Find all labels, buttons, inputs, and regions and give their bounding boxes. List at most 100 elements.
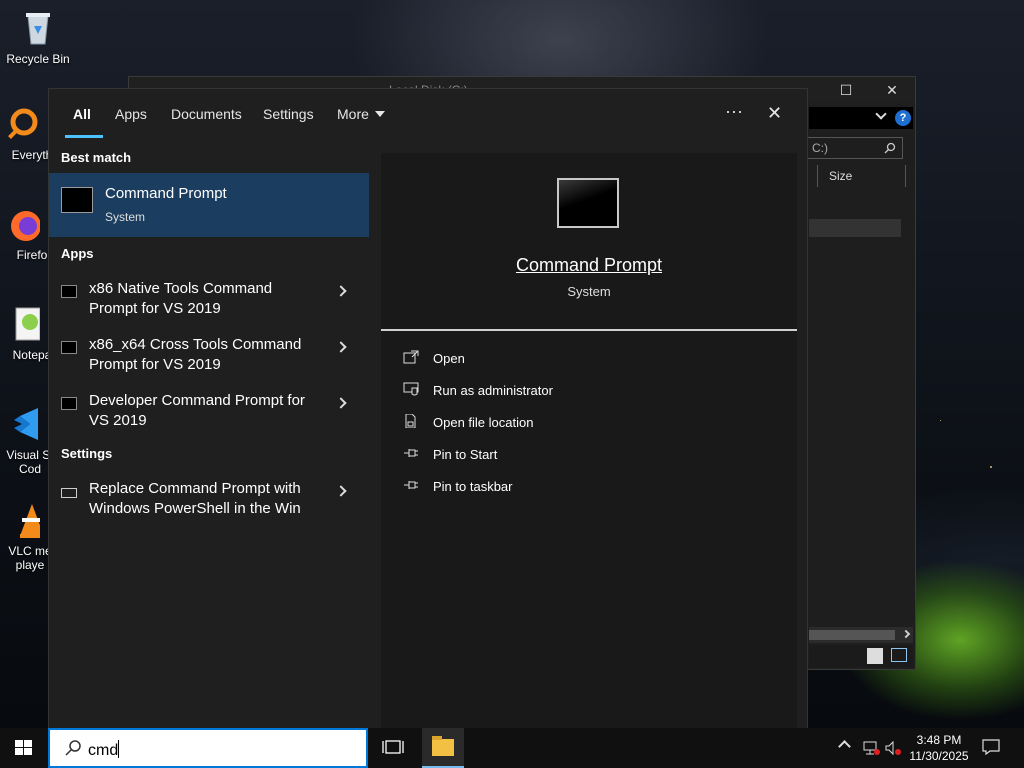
clock-date: 11/30/2025 [909, 749, 969, 763]
task-view-button[interactable] [374, 728, 410, 768]
settings-heading: Settings [61, 446, 113, 461]
windows-search-panel: All Apps Documents Settings More ··· ✕ B… [48, 88, 809, 729]
chevron-right-icon[interactable] [335, 341, 347, 353]
show-hidden-icons-button[interactable] [838, 740, 851, 753]
list-item-app[interactable]: Developer Command Prompt for VS 2019 [49, 389, 369, 441]
taskbar-file-explorer[interactable] [422, 728, 464, 768]
results-list: Best match Command Prompt System Apps x8… [49, 139, 369, 729]
firefox-icon [0, 204, 41, 244]
close-panel-button[interactable]: ✕ [767, 103, 782, 124]
explorer-search-input[interactable]: C:) [807, 137, 903, 159]
system-clock[interactable]: 3:48 PM 11/30/2025 [904, 732, 974, 764]
horizontal-scrollbar[interactable] [809, 627, 913, 643]
preview-title[interactable]: Command Prompt [381, 255, 797, 276]
best-match-result[interactable]: Command Prompt System [49, 173, 369, 237]
action-run-as-admin[interactable]: Run as administrator [403, 381, 703, 405]
more-options-button[interactable]: ··· [725, 101, 743, 122]
search-query: cmd [88, 740, 120, 760]
chevron-right-icon[interactable] [335, 285, 347, 297]
preview-header: Command Prompt System [381, 153, 797, 329]
app-label: x86_x64 Cross Tools Command Prompt for V… [89, 336, 302, 373]
chevron-down-icon [374, 111, 385, 117]
start-button[interactable] [0, 728, 48, 768]
preview-subtitle: System [567, 284, 611, 299]
preview-pane: Command Prompt System Open Run as admini… [381, 153, 797, 729]
star [940, 420, 941, 421]
best-match-subtitle: System [105, 210, 146, 224]
command-prompt-icon [61, 285, 77, 298]
apps-heading: Apps [61, 246, 94, 261]
chevron-right-icon[interactable] [335, 485, 347, 497]
app-label: Developer Command Prompt for VS 2019 [89, 392, 305, 429]
clock-time: 3:48 PM [916, 733, 962, 747]
details-view-icon[interactable] [867, 648, 883, 664]
column-separator [817, 165, 818, 187]
search-tabs: All Apps Documents Settings More ··· ✕ [49, 89, 809, 139]
action-label: Run as administrator [433, 383, 553, 398]
command-prompt-icon [61, 397, 77, 410]
column-header-size[interactable]: Size [829, 169, 852, 183]
divider [381, 329, 797, 331]
tab-settings[interactable]: Settings [263, 106, 314, 122]
tab-more[interactable]: More [337, 106, 385, 122]
task-view-icon [382, 740, 404, 754]
explorer-statusbar [809, 645, 913, 667]
chevron-right-icon[interactable] [335, 397, 347, 409]
setting-label: Replace Command Prompt with Windows Powe… [89, 480, 301, 517]
scroll-right-icon[interactable] [901, 629, 911, 639]
settings-display-icon [61, 488, 77, 498]
command-prompt-icon [557, 178, 619, 228]
shield-admin-icon [403, 382, 419, 396]
app-label: x86 Native Tools Command Prompt for VS 2… [89, 280, 273, 317]
pin-icon [403, 446, 419, 460]
star [990, 466, 992, 468]
help-icon[interactable]: ? [895, 110, 911, 126]
best-match-heading: Best match [61, 150, 132, 165]
vlc-icon [0, 500, 44, 540]
maximize-button[interactable]: ☐ [823, 77, 869, 103]
pin-icon [403, 478, 419, 492]
action-open-file-location[interactable]: Open file location [403, 413, 703, 437]
command-prompt-icon [61, 341, 77, 354]
vscode-icon [0, 404, 40, 444]
list-item-app[interactable]: x86 Native Tools Command Prompt for VS 2… [49, 277, 369, 329]
desktop-icon-label: Recycle Bin [6, 52, 70, 66]
everything-search-icon [0, 104, 40, 144]
open-icon [403, 350, 419, 364]
explorer-ribbon: ? [809, 107, 913, 129]
scrollbar-thumb[interactable] [809, 630, 895, 640]
notification-center-icon[interactable] [982, 739, 1000, 756]
network-icon[interactable] [862, 740, 880, 756]
tab-apps[interactable]: Apps [115, 106, 147, 122]
tab-documents[interactable]: Documents [171, 106, 242, 122]
tab-all[interactable]: All [73, 106, 91, 122]
list-item-app[interactable]: x86_x64 Cross Tools Command Prompt for V… [49, 333, 369, 385]
file-row[interactable] [809, 219, 901, 237]
chevron-down-icon[interactable] [875, 108, 887, 120]
search-query-text: cmd [88, 742, 119, 759]
taskbar: cmd 3:48 PM 11/30/2025 [0, 728, 1024, 768]
action-open[interactable]: Open [403, 349, 703, 373]
search-placeholder: C:) [812, 141, 828, 155]
action-pin-to-taskbar[interactable]: Pin to taskbar [403, 477, 703, 501]
column-separator [905, 165, 906, 187]
close-button[interactable]: ✕ [869, 77, 915, 103]
desktop-icon-recycle-bin[interactable]: Recycle Bin [2, 8, 74, 66]
search-icon [884, 142, 896, 157]
text-cursor [118, 740, 120, 758]
taskbar-search-input[interactable]: cmd [48, 728, 368, 768]
search-icon [64, 739, 82, 757]
large-icons-view-icon[interactable] [891, 648, 907, 662]
action-label: Pin to taskbar [433, 479, 513, 494]
action-label: Open file location [433, 415, 534, 430]
best-match-title: Command Prompt [105, 185, 227, 202]
action-label: Open [433, 351, 465, 366]
action-pin-to-start[interactable]: Pin to Start [403, 445, 703, 469]
list-item-setting[interactable]: Replace Command Prompt with Windows Powe… [49, 477, 369, 529]
folder-icon [432, 736, 454, 756]
active-tab-indicator [65, 135, 103, 138]
tab-more-label: More [337, 106, 369, 122]
windows-logo-icon [15, 740, 33, 756]
volume-muted-icon[interactable] [884, 740, 902, 756]
notepad-plus-icon [0, 304, 41, 344]
